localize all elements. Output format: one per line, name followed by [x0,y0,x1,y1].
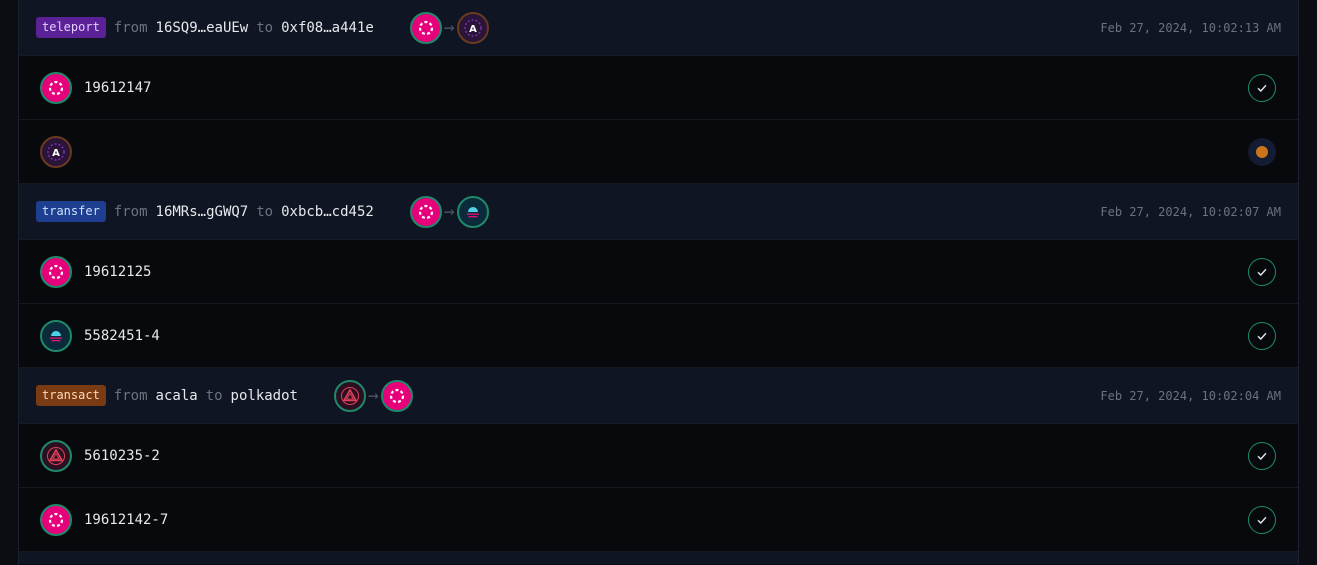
polkadot-icon [40,503,72,536]
journey-step[interactable]: 5610235-2 [19,424,1298,488]
journey-header[interactable]: teleport from 16SQ9…eaUEw to 0xf08…a441e… [19,0,1298,56]
origin-address[interactable]: 16MRs…gGWQ7 [156,204,249,220]
polkadot-icon [409,195,442,228]
timestamp: Feb 27, 2024, 10:02:13 AM [1100,20,1281,35]
xcm-activity-list: teleport from 16SQ9…eaUEw to 0xf08…a441e… [18,0,1299,565]
journey-step[interactable]: A [19,120,1298,184]
polkadot-icon [409,11,442,44]
destination-address[interactable]: 0xbcb…cd452 [281,204,374,220]
route: → [409,195,489,228]
block-number: 19612125 [84,263,152,280]
polkadot-icon [380,379,413,412]
block-number: 19612142-7 [84,511,169,528]
success-check-icon [1248,505,1276,534]
to-label: to [256,203,274,220]
destination-address[interactable]: polkadot [231,388,298,404]
block-number: 19612147 [84,79,152,96]
arrow-right-icon: → [443,17,455,38]
polkadot-icon [40,255,72,288]
journey-header[interactable]: transfer from 16MRs…gGWQ7 to 0xbcb…cd452… [19,184,1298,240]
route: → [333,379,413,412]
type-badge: transact [36,385,106,406]
arrow-right-icon: → [367,385,379,406]
journey-step[interactable]: 19612125 [19,240,1298,304]
journey-step[interactable]: 19612142-7 [19,488,1298,552]
origin-address[interactable]: 16SQ9…eaUEw [156,20,249,36]
acala-icon [40,439,72,472]
block-number: 5582451-4 [84,327,160,344]
astar-icon: A [456,11,489,44]
from-label: from [113,387,148,404]
origin-address[interactable]: acala [156,388,198,404]
type-badge: teleport [36,17,106,38]
success-check-icon [1248,257,1276,286]
pending-status-icon [1248,137,1276,166]
polkadot-icon [40,71,72,104]
moonbeam-icon [456,195,489,228]
from-label: from [113,203,148,220]
moonbeam-icon [40,319,72,352]
to-label: to [205,387,223,404]
journey-header[interactable]: transact from acala to polkadot → Feb 27… [19,368,1298,424]
journey-step[interactable]: 19612147 [19,56,1298,120]
success-check-icon [1248,321,1276,350]
svg-text:A: A [52,148,60,159]
journey-step[interactable]: 5582451-4 [19,304,1298,368]
success-check-icon [1248,73,1276,102]
from-label: from [113,19,148,36]
type-badge: transfer [36,201,106,222]
timestamp: Feb 27, 2024, 10:02:04 AM [1100,388,1281,403]
timestamp: Feb 27, 2024, 10:02:07 AM [1100,204,1281,219]
block-number: 5610235-2 [84,447,160,464]
route: → A [409,11,489,44]
next-journey-header [19,552,1298,564]
astar-icon: A [40,135,72,168]
arrow-right-icon: → [443,201,455,222]
success-check-icon [1248,441,1276,470]
acala-icon [333,379,366,412]
to-label: to [256,19,274,36]
destination-address[interactable]: 0xf08…a441e [281,20,374,36]
svg-text:A: A [469,24,477,35]
